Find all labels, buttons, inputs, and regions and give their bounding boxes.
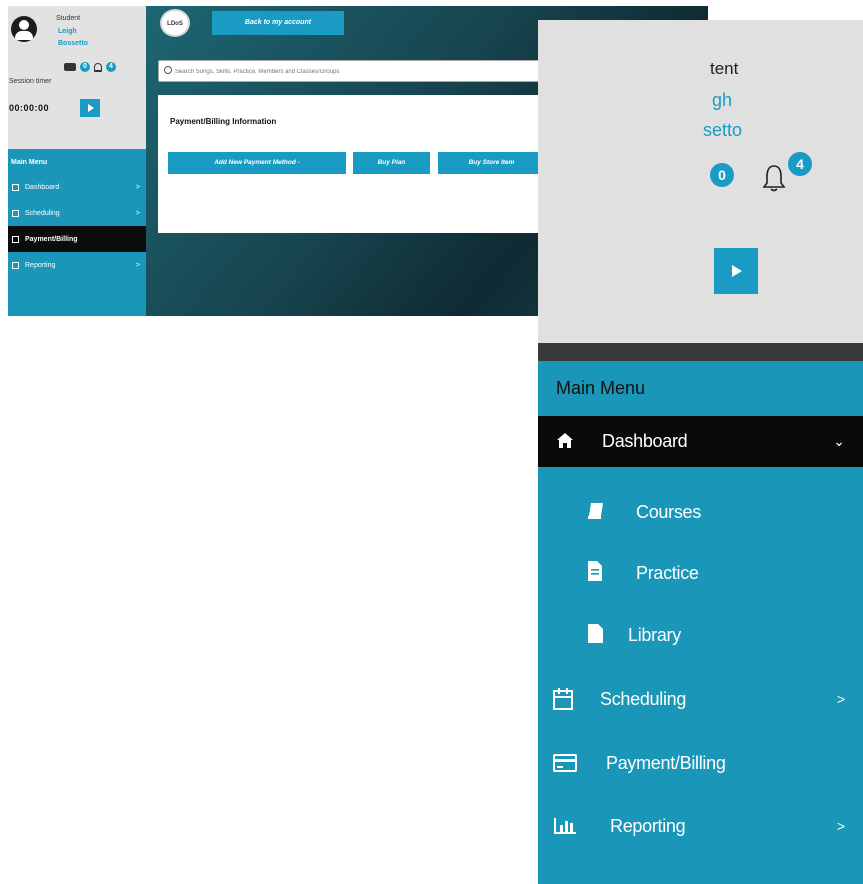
credit-card-icon [553, 754, 577, 772]
book-icon [588, 503, 603, 519]
bar-chart-icon [12, 261, 19, 269]
menu-title: Main Menu [556, 378, 646, 398]
calendar-icon [553, 688, 573, 710]
sidebar-item-label: Dashboard [602, 431, 688, 451]
file-icon [588, 624, 603, 643]
back-to-account-button[interactable]: Back to my account [212, 11, 344, 35]
avatar[interactable] [11, 16, 37, 42]
sidebar-item-label: Payment/Billing [25, 235, 78, 243]
sidebar-item-label: Practice [636, 562, 699, 583]
profile-icons: 0 4 [64, 62, 116, 72]
chat-icon[interactable] [64, 63, 76, 71]
chevron-down-icon: ⌄ [833, 433, 845, 449]
profile-panel: tent gh setto 0 4 [538, 20, 863, 343]
sidebar-item-label: Reporting [25, 261, 56, 269]
sidebar-item-dashboard[interactable]: Dashboard ⌄ [538, 416, 863, 467]
notification-badge: 4 [106, 62, 116, 72]
user-first-name[interactable]: gh [712, 90, 732, 111]
home-icon [557, 433, 573, 448]
sidebar-item-label: Courses [636, 501, 701, 522]
sidebar-item-payment-billing[interactable]: Payment/Billing [538, 745, 863, 781]
sidebar-item-label: Scheduling [600, 688, 687, 709]
sidebar-item-label: Reporting [610, 815, 686, 836]
sidebar-item-dashboard[interactable]: Dashboard > [8, 174, 146, 200]
sidebar-item-scheduling[interactable]: Scheduling > [538, 681, 863, 717]
add-payment-method-button[interactable]: Add New Payment Method - [168, 152, 346, 174]
user-role: Student [56, 15, 81, 22]
chevron-right-icon: > [135, 183, 140, 191]
search-icon [164, 66, 172, 74]
main-menu: Main Menu Dashboard > Scheduling > Payme… [8, 149, 146, 316]
user-role: tent [710, 59, 739, 78]
sidebar-subitem-library[interactable]: Library [538, 620, 863, 650]
buy-plan-button[interactable]: Buy Plan [353, 152, 430, 174]
notification-badge: 4 [788, 152, 812, 176]
profile-panel: Student Leigh Bossetto 0 4 Session timer… [8, 6, 146, 149]
sidebar-item-payment-billing[interactable]: Payment/Billing [8, 226, 146, 252]
menu-title: Main Menu [11, 159, 48, 166]
sidebar-item-label: Payment/Billing [606, 752, 726, 773]
bell-icon[interactable] [94, 62, 102, 72]
document-icon [588, 561, 602, 581]
sidebar-item-label: Library [628, 624, 681, 645]
divider [538, 343, 863, 361]
sidebar-item-reporting[interactable]: Reporting > [538, 808, 863, 844]
home-icon [12, 183, 19, 191]
buy-store-item-button[interactable]: Buy Store Item [438, 152, 545, 174]
credit-card-icon [12, 235, 19, 243]
app-logo[interactable]: LDoS [160, 9, 190, 37]
calendar-icon [12, 209, 19, 217]
chevron-right-icon: > [836, 691, 845, 707]
bell-icon[interactable] [762, 163, 786, 193]
play-button[interactable] [714, 248, 758, 294]
sidebar-subitem-courses[interactable]: Courses [538, 497, 863, 527]
avatar-head [19, 20, 29, 30]
user-last-name[interactable]: Bossetto [58, 40, 88, 47]
sidebar-item-reporting[interactable]: Reporting > [8, 252, 146, 278]
logo-text: LDoS [167, 21, 183, 27]
sidebar: Student Leigh Bossetto 0 4 Session timer… [8, 6, 146, 316]
play-button[interactable] [80, 99, 100, 117]
chat-badge: 0 [80, 62, 90, 72]
panel-title: Payment/Billing Information [170, 117, 277, 126]
sidebar-item-label: Scheduling [25, 209, 60, 217]
chevron-right-icon: > [135, 261, 140, 269]
zoomed-sidebar-screenshot: tent gh setto 0 4 Main Menu Dashboard ⌄ … [538, 20, 863, 884]
avatar-body [15, 31, 33, 40]
sidebar-subitem-practice[interactable]: Practice [538, 558, 863, 588]
session-label: Session timer [9, 78, 52, 85]
chevron-right-icon: > [135, 209, 140, 217]
bar-chart-icon [554, 818, 576, 834]
user-first-name[interactable]: Leigh [58, 28, 77, 35]
chat-badge: 0 [710, 163, 734, 187]
sidebar-item-scheduling[interactable]: Scheduling > [8, 200, 146, 226]
user-last-name[interactable]: setto [703, 120, 742, 141]
chevron-right-icon: > [836, 818, 845, 834]
main-menu: Main Menu Dashboard ⌄ Courses Practice L… [538, 361, 863, 884]
sidebar-item-label: Dashboard [25, 183, 60, 191]
session-timer: 00:00:00 [9, 103, 50, 113]
